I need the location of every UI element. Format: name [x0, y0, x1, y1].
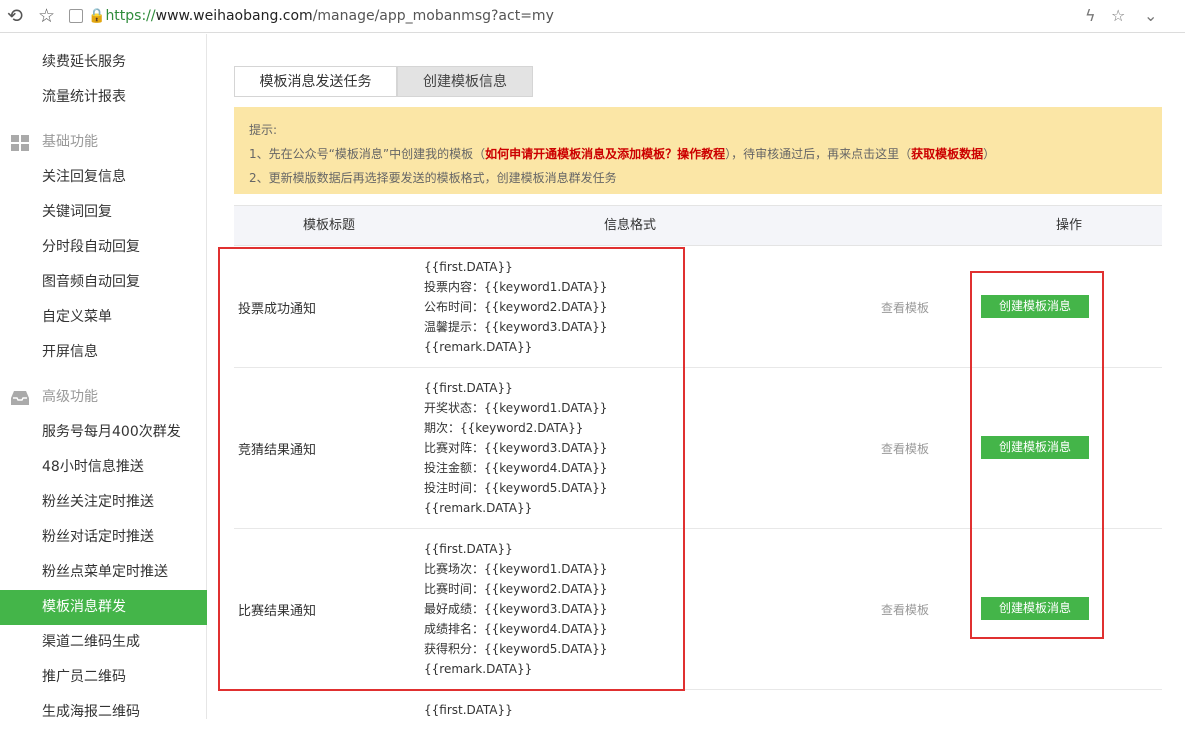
sidebar-category-basic: 基础功能 — [0, 125, 207, 160]
tip-text: 1、先在公众号“模板消息”中创建我的模板（ — [249, 147, 486, 161]
highlight-box-actions — [970, 271, 1104, 639]
sidebar-item-splash-info[interactable]: 开屏信息 — [0, 335, 207, 370]
sidebar-item-follow-reply[interactable]: 关注回复信息 — [0, 160, 207, 195]
sidebar-item-template-broadcast[interactable]: 模板消息群发 — [0, 590, 207, 625]
table-header: 模板标题 信息格式 操作 — [234, 205, 1162, 246]
tip-title: 提示: — [249, 123, 278, 137]
tip-line-2: 2、更新模版数据后再选择要发送的模板格式，创建模板消息群发任务 — [249, 171, 617, 185]
highlight-box-templates — [218, 247, 685, 691]
fetch-template-data-link[interactable]: 获取模板数据 — [911, 147, 983, 161]
sidebar-category-label: 基础功能 — [42, 134, 98, 150]
sidebar-category-label: 高级功能 — [42, 389, 98, 405]
grid-icon — [11, 135, 29, 151]
header-info-format: 信息格式 — [604, 218, 657, 233]
sidebar-item-custom-menu[interactable]: 自定义菜单 — [0, 300, 207, 335]
sidebar-item-48h-push[interactable]: 48小时信息推送 — [0, 450, 207, 485]
sidebar-item-timed-auto-reply[interactable]: 分时段自动回复 — [0, 230, 207, 265]
sidebar-item-renew[interactable]: 续费延长服务 — [0, 45, 207, 80]
favorite-star-icon[interactable]: ☆ — [1111, 6, 1125, 25]
reload-icon[interactable]: ⟲ — [7, 6, 23, 26]
inbox-icon — [11, 391, 29, 405]
url-scheme: https:// — [105, 8, 156, 24]
tab-send-tasks[interactable]: 模板消息发送任务 — [234, 66, 397, 97]
table-row: {{first.DATA}} — [234, 690, 1162, 719]
chevron-down-icon[interactable]: ⌄ — [1144, 6, 1157, 25]
tip-box: 提示: 1、先在公众号“模板消息”中创建我的模板（如何申请开通模板消息及添加模板… — [234, 107, 1162, 194]
sidebar-item-keyword-reply[interactable]: 关键词回复 — [0, 195, 207, 230]
header-operation: 操作 — [1056, 218, 1083, 233]
view-template-link[interactable]: 查看模板 — [881, 601, 929, 618]
sidebar-item-menu-timed-push[interactable]: 粉丝点菜单定时推送 — [0, 555, 207, 590]
url-path: /manage/app_mobanmsg?act=my — [312, 8, 554, 24]
view-template-link[interactable]: 查看模板 — [881, 440, 929, 457]
sidebar: 续费延长服务 流量统计报表 基础功能 关注回复信息 关键词回复 分时段自动回复 … — [0, 34, 207, 720]
sidebar-item-poster-qrcode[interactable]: 生成海报二维码 — [0, 695, 207, 730]
view-template-link[interactable]: 查看模板 — [881, 299, 929, 316]
site-info-icon[interactable] — [69, 9, 83, 23]
sidebar-item-traffic-stats[interactable]: 流量统计报表 — [0, 80, 207, 115]
sidebar-item-monthly-broadcast[interactable]: 服务号每月400次群发 — [0, 415, 207, 450]
sidebar-item-media-auto-reply[interactable]: 图音频自动回复 — [0, 265, 207, 300]
sidebar-item-promoter-qrcode[interactable]: 推广员二维码 — [0, 660, 207, 695]
row-format: {{first.DATA}} — [424, 700, 513, 720]
sidebar-item-channel-qrcode[interactable]: 渠道二维码生成 — [0, 625, 207, 660]
tutorial-link[interactable]: 如何申请开通模板消息及添加模板？操作教程 — [485, 147, 725, 161]
tip-text: ） — [983, 147, 996, 161]
bookmark-star-icon[interactable]: ☆ — [38, 6, 55, 26]
lightning-icon[interactable]: ϟ — [1085, 6, 1096, 25]
url-field[interactable]: 🔒https://www.weihaobang.com/manage/app_m… — [88, 7, 554, 25]
tab-create-template[interactable]: 创建模板信息 — [397, 66, 533, 97]
sidebar-item-chat-timed-push[interactable]: 粉丝对话定时推送 — [0, 520, 207, 555]
browser-address-bar: ⟲ ☆ 🔒https://www.weihaobang.com/manage/a… — [0, 0, 1185, 33]
format-line: {{first.DATA}} — [424, 703, 513, 717]
tip-text: ），待审核通过后，再来点击这里（ — [725, 147, 912, 161]
tip-line-1: 1、先在公众号“模板消息”中创建我的模板（如何申请开通模板消息及添加模板？操作教… — [249, 142, 1147, 166]
sidebar-category-advanced: 高级功能 — [0, 380, 207, 415]
header-template-title: 模板标题 — [303, 218, 356, 233]
sidebar-item-follow-timed-push[interactable]: 粉丝关注定时推送 — [0, 485, 207, 520]
url-host: www.weihaobang.com — [155, 8, 313, 24]
